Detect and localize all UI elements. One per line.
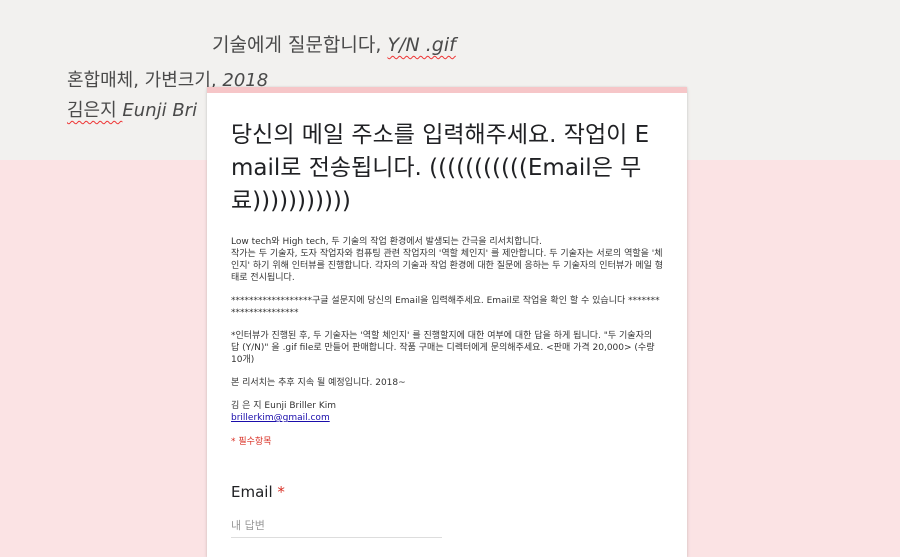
artwork-title-italic: Y/N .gif [387,34,456,56]
email-answer-input[interactable] [231,517,442,538]
required-note: * 필수항목 [231,437,272,447]
email-question-label: Email * [231,483,663,501]
author-email-link[interactable]: brillerkim@gmail.com [231,413,330,423]
artwork-title-text: 기술에게 질문합니다, [212,34,388,56]
artwork-medium-text: 혼합매체, 가변크기, [67,70,223,91]
form-description: Low tech와 High tech, 두 기술의 작업 환경에서 발생되는 … [231,236,663,424]
description-paragraph-4: 본 리서치는 추후 지속 될 예정입니다. 2018~ [231,378,406,388]
artist-name-en: Eunji Bri [122,100,198,121]
email-question-text: Email [231,483,273,501]
required-star: * [277,483,285,501]
form-title: 당신의 메일 주소를 입력해주세요. 작업이 Email로 전송됩니다. (((… [231,122,650,214]
description-paragraph-2: ******************구글 설문지에 당신의 Email을 입력해… [231,296,660,318]
artwork-title: 기술에게 질문합니다, Y/N .gif [212,30,456,57]
description-paragraph-1: Low tech와 High tech, 두 기술의 작업 환경에서 발생되는 … [231,237,663,283]
artwork-artist: 김은지 Eunji Bri [67,96,197,122]
author-name: 김 은 지 Eunji Briller Kim [231,401,337,411]
artist-name-ko: 김은지 [67,100,123,121]
description-paragraph-3: *인터뷰가 진행된 후, 두 기술자는 '역할 체인지' 를 진행할지에 대한 … [231,331,655,365]
form-card: 당신의 메일 주소를 입력해주세요. 작업이 Email로 전송됩니다. (((… [207,87,687,557]
